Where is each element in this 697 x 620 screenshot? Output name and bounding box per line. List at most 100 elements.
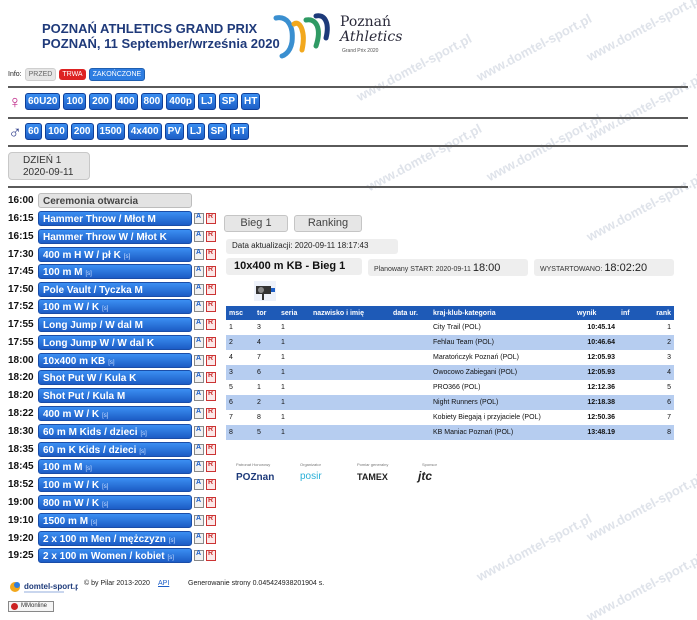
results-icon[interactable]	[206, 283, 216, 295]
startlist-icon[interactable]	[194, 514, 204, 526]
results-icon[interactable]	[206, 496, 216, 508]
col-tor[interactable]: tor	[254, 306, 278, 320]
startlist-icon[interactable]	[194, 425, 204, 437]
results-icon[interactable]	[206, 354, 216, 366]
schedule-event-button[interactable]: 2 x 100 m Men / mężczyzn [s]	[38, 530, 192, 546]
sponsor-logo-tamex[interactable]: TAMEX	[357, 472, 388, 482]
results-icon[interactable]	[206, 407, 216, 419]
women-event-100[interactable]: 100	[63, 93, 87, 110]
col-seria[interactable]: seria	[278, 306, 310, 320]
schedule-event-button[interactable]: Hammer Throw W / Młot K	[38, 228, 192, 244]
schedule-event-button[interactable]: 400 m H W / pł K [s]	[38, 246, 192, 262]
women-event-ht[interactable]: HT	[241, 93, 261, 110]
results-icon[interactable]	[206, 371, 216, 383]
results-icon[interactable]	[206, 478, 216, 490]
results-row[interactable]: 2 4 1 Fehlau Team (POL) 10:46.64 2	[226, 335, 674, 350]
schedule-event-button[interactable]: 60 m M Kids / dzieci [s]	[38, 423, 192, 439]
startlist-icon[interactable]	[194, 407, 204, 419]
results-icon[interactable]	[206, 549, 216, 561]
results-row[interactable]: 4 7 1 Maratończyk Poznań (POL) 12:05.93 3	[226, 350, 674, 365]
men-event-200[interactable]: 200	[70, 123, 94, 140]
schedule-event-button[interactable]: 60 m K Kids / dzieci [s]	[38, 441, 192, 457]
schedule-event-s-link[interactable]: [s]	[85, 466, 91, 472]
women-event-sp[interactable]: SP	[218, 93, 239, 110]
schedule-event-button[interactable]: 100 m W / K [s]	[38, 298, 192, 314]
startlist-icon[interactable]	[194, 532, 204, 544]
men-event-sp[interactable]: SP	[207, 123, 227, 140]
startlist-icon[interactable]	[194, 283, 204, 295]
schedule-event-button[interactable]: 100 m W / K [s]	[38, 476, 192, 492]
results-icon[interactable]	[206, 318, 216, 330]
schedule-event-s-link[interactable]: [s]	[139, 449, 145, 455]
schedule-event-s-link[interactable]: [s]	[91, 520, 97, 526]
col-club[interactable]: kraj-klub-kategoria	[430, 306, 574, 320]
results-icon[interactable]	[206, 265, 216, 277]
startlist-icon[interactable]	[194, 212, 204, 224]
schedule-event-button[interactable]: 10x400 m KB [s]	[38, 352, 192, 368]
startlist-icon[interactable]	[194, 354, 204, 366]
schedule-event-button[interactable]: 100 m M [s]	[38, 263, 192, 279]
camera-icon[interactable]	[253, 280, 277, 302]
col-rank[interactable]: rank	[640, 306, 674, 320]
women-event-60u20[interactable]: 60U20	[25, 93, 61, 110]
results-icon[interactable]	[206, 248, 216, 260]
men-event-ht[interactable]: HT	[229, 123, 250, 140]
men-event-4x400[interactable]: 4x400	[127, 123, 162, 140]
schedule-event-s-link[interactable]: [s]	[108, 360, 114, 366]
results-icon[interactable]	[206, 389, 216, 401]
schedule-event-button[interactable]: 800 m W / K [s]	[38, 494, 192, 510]
schedule-event-s-link[interactable]: [s]	[102, 484, 108, 490]
startlist-icon[interactable]	[194, 248, 204, 260]
schedule-event-button[interactable]: Shot Put / Kula M	[38, 387, 192, 403]
startlist-icon[interactable]	[194, 496, 204, 508]
sponsor-logo-poznan[interactable]: POZnan	[236, 472, 274, 483]
men-event-60[interactable]: 60	[25, 123, 43, 140]
startlist-icon[interactable]	[194, 443, 204, 455]
schedule-event-button[interactable]: Pole Vault / Tyczka M	[38, 281, 192, 297]
sponsor-logo-jtc[interactable]: jtc	[418, 469, 432, 483]
startlist-icon[interactable]	[194, 300, 204, 312]
results-icon[interactable]	[206, 460, 216, 472]
results-icon[interactable]	[206, 425, 216, 437]
col-inf[interactable]: inf	[618, 306, 640, 320]
schedule-event-s-link[interactable]: [s]	[102, 306, 108, 312]
men-event-pv[interactable]: PV	[164, 123, 184, 140]
results-icon[interactable]	[206, 336, 216, 348]
sponsor-logo-posir[interactable]: posir	[300, 471, 322, 482]
startlist-icon[interactable]	[194, 549, 204, 561]
results-row[interactable]: 1 3 1 City Trail (POL) 10:45.14 1	[226, 320, 674, 335]
startlist-icon[interactable]	[194, 230, 204, 242]
startlist-icon[interactable]	[194, 389, 204, 401]
results-row[interactable]: 8 5 1 KB Maniac Poznań (POL) 13:48.19 8	[226, 425, 674, 440]
schedule-event-button[interactable]: Shot Put W / Kula K	[38, 369, 192, 385]
schedule-event-s-link[interactable]: [s]	[85, 271, 91, 277]
startlist-icon[interactable]	[194, 478, 204, 490]
schedule-event-button[interactable]: Long Jump / W dal M	[38, 316, 192, 332]
women-event-400[interactable]: 400	[114, 93, 138, 110]
startlist-icon[interactable]	[194, 318, 204, 330]
men-event-100[interactable]: 100	[45, 123, 68, 140]
schedule-event-s-link[interactable]: [s]	[169, 538, 175, 544]
col-msc[interactable]: msc	[226, 306, 254, 320]
schedule-event-button[interactable]: 100 m M [s]	[38, 458, 192, 474]
startlist-icon[interactable]	[194, 371, 204, 383]
schedule-event-s-link[interactable]: [s]	[124, 254, 130, 260]
col-result[interactable]: wynik	[574, 306, 618, 320]
col-name[interactable]: nazwisko i imię	[310, 306, 390, 320]
results-row[interactable]: 7 8 1 Kobiety Biegają i przyjaciele (POL) 12…	[226, 410, 674, 425]
women-event-200[interactable]: 200	[89, 93, 112, 110]
col-birth[interactable]: data ur.	[390, 306, 430, 320]
startlist-icon[interactable]	[194, 460, 204, 472]
schedule-event-button[interactable]: 400 m W / K [s]	[38, 405, 192, 421]
results-row[interactable]: 6 2 1 Night Runners (POL) 12:18.38 6	[226, 395, 674, 410]
results-icon[interactable]	[206, 212, 216, 224]
startlist-icon[interactable]	[194, 336, 204, 348]
api-link[interactable]: API	[158, 580, 169, 587]
women-event-800[interactable]: 800	[140, 93, 164, 110]
results-icon[interactable]	[206, 514, 216, 526]
schedule-event-button[interactable]: 1500 m M [s]	[38, 512, 192, 528]
schedule-event-button[interactable]: Long Jump W / W dal K	[38, 334, 192, 350]
results-icon[interactable]	[206, 230, 216, 242]
schedule-event-s-link[interactable]: [s]	[102, 502, 108, 508]
tab-ranking[interactable]: Ranking	[294, 215, 362, 232]
